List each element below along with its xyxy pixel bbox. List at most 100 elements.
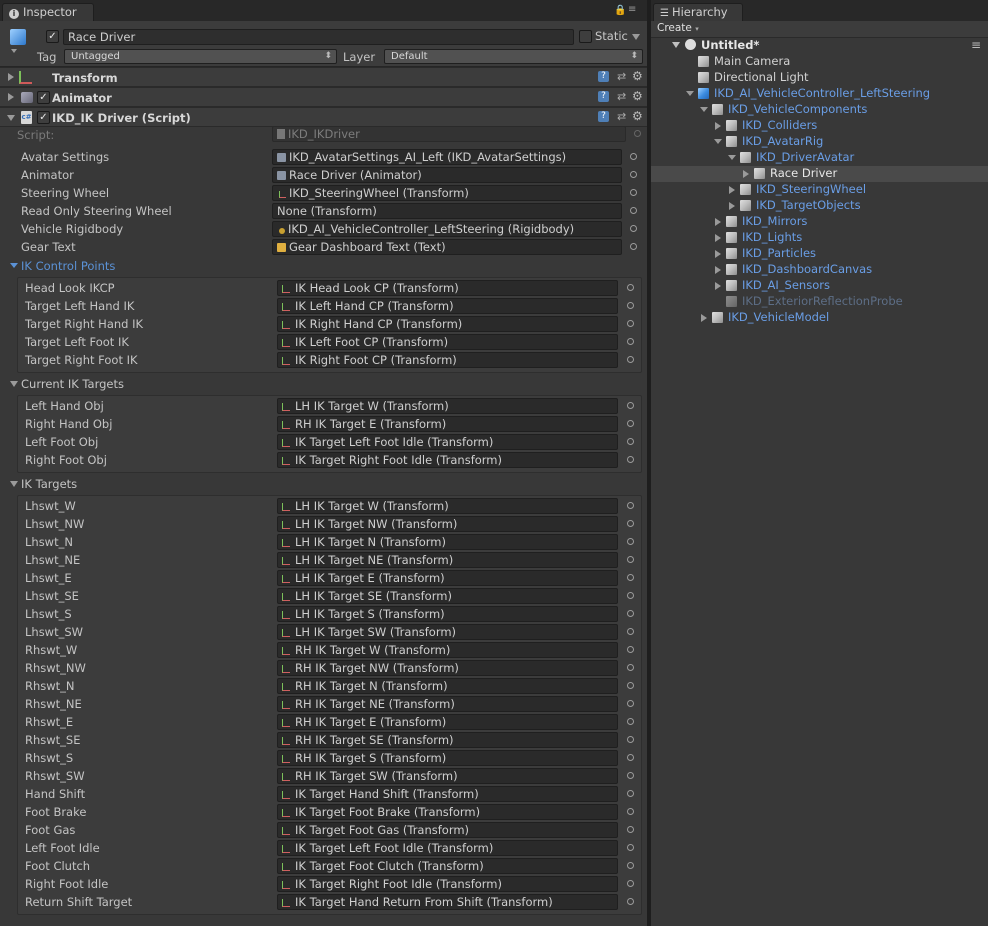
object-field[interactable]: IK Target Foot Clutch (Transform) (277, 858, 618, 874)
object-field[interactable]: None (Transform) (272, 203, 622, 219)
object-field[interactable]: RH IK Target SE (Transform) (277, 732, 618, 748)
collapsed-arrow-icon[interactable] (729, 202, 735, 210)
hierarchy-row[interactable]: IKD_Colliders (651, 118, 988, 134)
object-picker-icon[interactable] (627, 772, 634, 779)
object-picker-icon[interactable] (627, 898, 634, 905)
object-picker-icon[interactable] (627, 826, 634, 833)
hierarchy-tab[interactable]: ☰ Hierarchy (653, 3, 743, 21)
object-picker-icon[interactable] (627, 538, 634, 545)
object-picker-icon[interactable] (630, 207, 637, 214)
object-field[interactable]: IK Target Left Foot Idle (Transform) (277, 434, 618, 450)
help-icon[interactable]: ? (598, 71, 609, 82)
collapsed-arrow-icon[interactable] (715, 266, 721, 274)
object-picker-icon[interactable] (627, 664, 634, 671)
object-picker-icon[interactable] (627, 718, 634, 725)
object-picker-icon[interactable] (627, 844, 634, 851)
object-picker-icon[interactable] (630, 189, 637, 196)
object-field[interactable]: IK Target Hand Shift (Transform) (277, 786, 618, 802)
object-picker-icon[interactable] (627, 402, 634, 409)
icon-dropdown-icon[interactable] (11, 49, 17, 53)
hierarchy-row[interactable]: IKD_AI_VehicleController_LeftSteering (651, 86, 988, 102)
hierarchy-row[interactable]: Main Camera (651, 54, 988, 70)
scene-name[interactable]: Untitled* (701, 38, 759, 52)
object-picker-icon[interactable] (627, 438, 634, 445)
expand-arrow-icon[interactable] (8, 93, 14, 101)
transform-component-header[interactable]: Transform ? ⇄ ⚙ (0, 67, 647, 87)
section-title[interactable]: IK Targets (21, 477, 77, 491)
object-picker-icon[interactable] (627, 456, 634, 463)
expand-arrow-icon[interactable] (728, 155, 736, 160)
collapsed-arrow-icon[interactable] (701, 314, 707, 322)
object-picker-icon[interactable] (630, 153, 637, 160)
object-field[interactable]: IK Target Left Foot Idle (Transform) (277, 840, 618, 856)
tag-dropdown[interactable]: Untagged (64, 49, 337, 64)
hierarchy-row[interactable]: Race Driver (651, 166, 988, 182)
help-icon[interactable]: ? (598, 91, 609, 102)
hierarchy-row[interactable]: IKD_DriverAvatar (651, 150, 988, 166)
object-field[interactable]: RH IK Target N (Transform) (277, 678, 618, 694)
object-picker-icon[interactable] (627, 790, 634, 797)
hierarchy-row[interactable]: IKD_VehicleComponents (651, 102, 988, 118)
active-checkbox[interactable]: ✓ (46, 30, 59, 43)
expand-arrow-icon[interactable] (8, 73, 14, 81)
object-picker-icon[interactable] (627, 574, 634, 581)
hierarchy-row[interactable]: IKD_DashboardCanvas (651, 262, 988, 278)
object-picker-icon[interactable] (627, 628, 634, 635)
section-foldout-arrow-icon[interactable] (10, 263, 18, 268)
object-picker-icon[interactable] (627, 284, 634, 291)
hierarchy-row[interactable]: IKD_Particles (651, 246, 988, 262)
hierarchy-row[interactable]: IKD_ExteriorReflectionProbe (651, 294, 988, 310)
object-picker-icon[interactable] (627, 556, 634, 563)
gear-icon[interactable]: ⚙ (632, 89, 643, 103)
object-field[interactable]: LH IK Target W (Transform) (277, 498, 618, 514)
hierarchy-row[interactable]: Directional Light (651, 70, 988, 86)
collapsed-arrow-icon[interactable] (715, 218, 721, 226)
hierarchy-row[interactable]: IKD_Mirrors (651, 214, 988, 230)
object-field[interactable]: Race Driver (Animator) (272, 167, 622, 183)
object-picker-icon[interactable] (627, 420, 634, 427)
object-picker-icon[interactable] (627, 736, 634, 743)
collapsed-arrow-icon[interactable] (715, 282, 721, 290)
static-dropdown-icon[interactable] (632, 34, 640, 40)
object-picker-icon[interactable] (627, 520, 634, 527)
object-picker-icon[interactable] (627, 502, 634, 509)
hierarchy-row[interactable]: IKD_VehicleModel (651, 310, 988, 326)
object-field[interactable]: IK Right Foot CP (Transform) (277, 352, 618, 368)
object-field[interactable]: LH IK Target NE (Transform) (277, 552, 618, 568)
section-foldout-arrow-icon[interactable] (10, 481, 18, 487)
object-picker-icon[interactable] (627, 646, 634, 653)
hierarchy-row[interactable]: IKD_Lights (651, 230, 988, 246)
collapsed-arrow-icon[interactable] (715, 122, 721, 130)
static-checkbox[interactable] (579, 30, 592, 43)
object-picker-icon[interactable] (627, 754, 634, 761)
object-name-input[interactable]: Race Driver (63, 29, 574, 45)
section-title[interactable]: Current IK Targets (21, 377, 124, 391)
collapsed-arrow-icon[interactable] (729, 186, 735, 194)
expand-arrow-icon[interactable] (700, 107, 708, 112)
scene-expand-arrow-icon[interactable] (672, 42, 680, 48)
object-picker-icon[interactable] (627, 808, 634, 815)
object-field[interactable]: LH IK Target N (Transform) (277, 534, 618, 550)
object-field[interactable]: RH IK Target W (Transform) (277, 642, 618, 658)
section-foldout-arrow-icon[interactable] (10, 381, 18, 387)
object-field[interactable]: RH IK Target NE (Transform) (277, 696, 618, 712)
object-field[interactable]: IKD_AI_VehicleController_LeftSteering (R… (272, 221, 622, 237)
object-field[interactable]: IK Head Look CP (Transform) (277, 280, 618, 296)
expand-arrow-icon[interactable] (686, 91, 694, 96)
object-picker-icon[interactable] (627, 356, 634, 363)
object-field[interactable]: RH IK Target NW (Transform) (277, 660, 618, 676)
object-field[interactable]: LH IK Target SW (Transform) (277, 624, 618, 640)
script-component-header[interactable]: c# ✓ IKD_IK Driver (Script) ? ⇄ ⚙ (0, 107, 647, 127)
object-picker-icon[interactable] (627, 302, 634, 309)
object-picker-icon[interactable] (627, 700, 634, 707)
object-field[interactable]: IK Left Hand CP (Transform) (277, 298, 618, 314)
expand-arrow-icon[interactable] (714, 139, 722, 144)
collapse-arrow-icon[interactable] (7, 115, 15, 121)
hierarchy-row[interactable]: IKD_SteeringWheel (651, 182, 988, 198)
object-field[interactable]: IKD_SteeringWheel (Transform) (272, 185, 622, 201)
object-picker-icon[interactable] (627, 320, 634, 327)
object-field[interactable]: IK Target Foot Gas (Transform) (277, 822, 618, 838)
object-field[interactable]: RH IK Target E (Transform) (277, 416, 618, 432)
object-field[interactable]: LH IK Target W (Transform) (277, 398, 618, 414)
gear-icon[interactable]: ⚙ (632, 69, 643, 83)
